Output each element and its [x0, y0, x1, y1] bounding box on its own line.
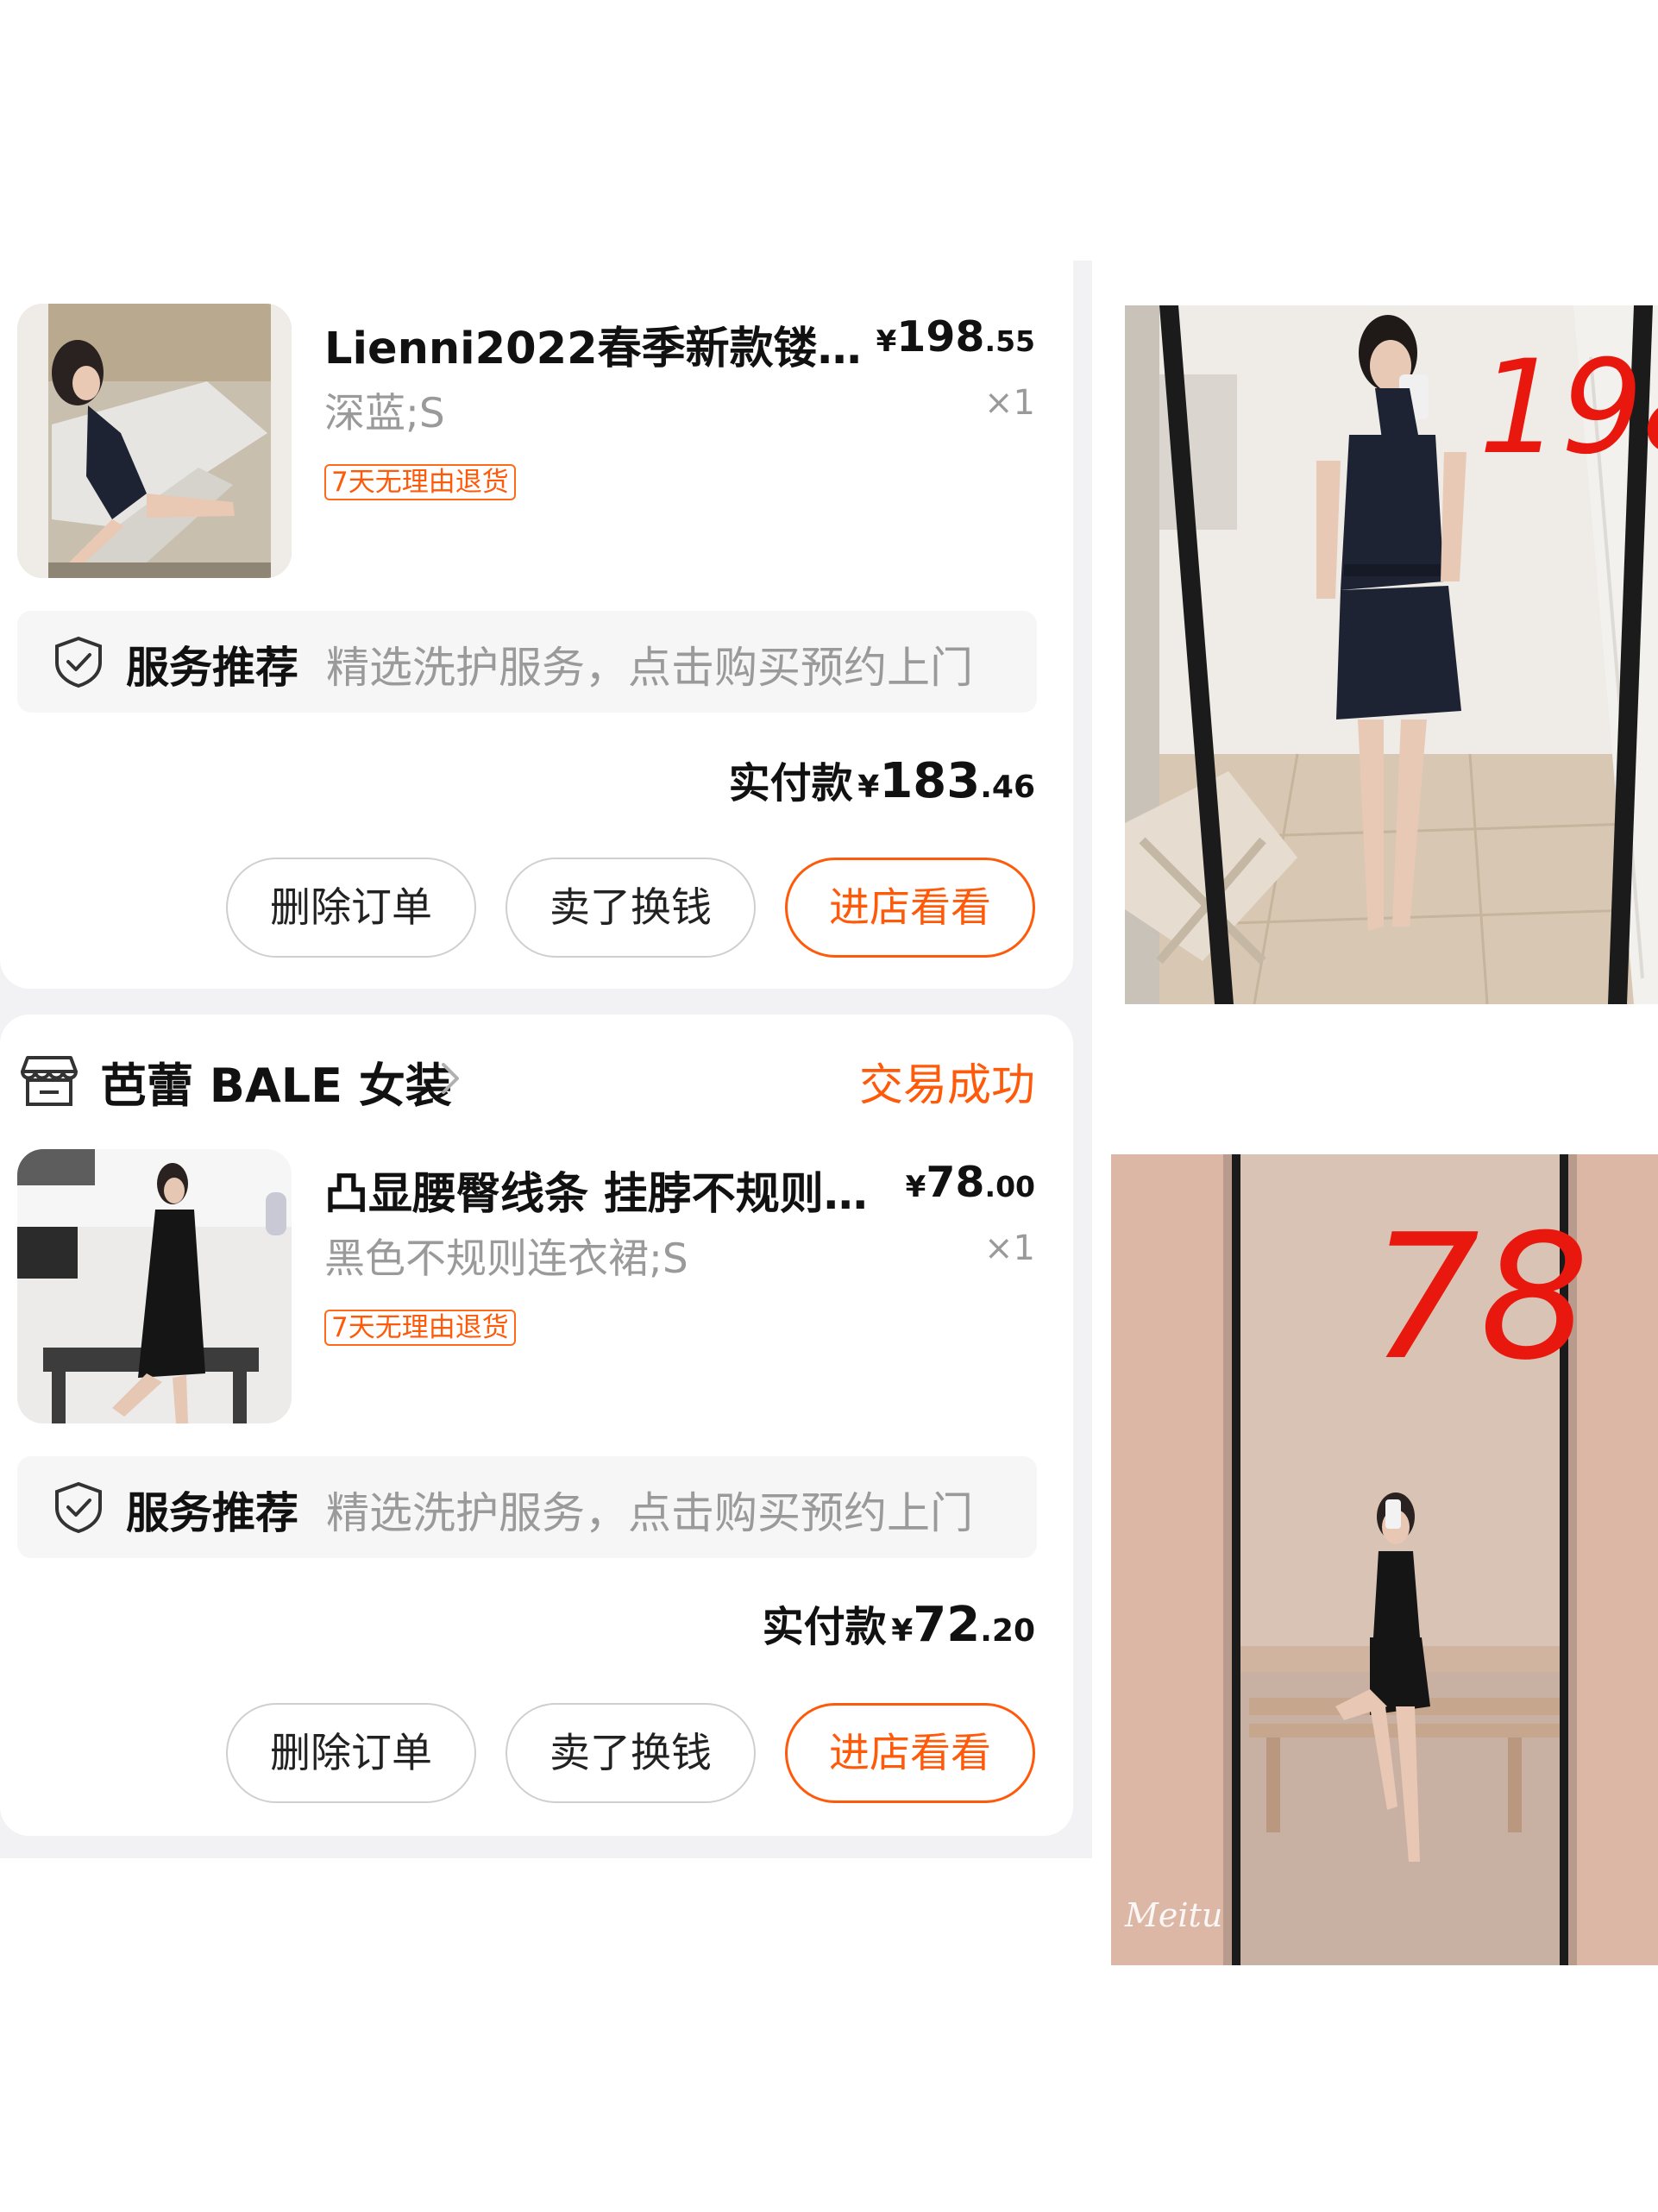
- watermark: Meitu: [1125, 1896, 1223, 1934]
- price-annotation: 198: [1479, 333, 1658, 483]
- service-title: 服务推荐: [126, 643, 298, 693]
- order-status: 交易成功: [858, 1060, 1035, 1111]
- resell-button[interactable]: 卖了换钱: [506, 858, 756, 958]
- mirror-selfie-photo-top: 198: [1125, 305, 1658, 1004]
- annotation-78: 78: [1370, 1206, 1590, 1379]
- service-recommendation[interactable]: 服务推荐 精选洗护服务，点击购买预约上门: [17, 611, 1037, 713]
- service-description: 精选洗护服务，点击购买预约上门: [326, 1488, 973, 1538]
- product-quantity: ×1: [984, 383, 1035, 423]
- shop-icon: [21, 1056, 78, 1106]
- service-title: 服务推荐: [126, 1488, 298, 1538]
- product-price: ¥78.00: [905, 1158, 1035, 1207]
- product-title[interactable]: Lienni2022春季新款镂空...: [324, 312, 885, 376]
- product-photo: [17, 304, 292, 578]
- product-spec: 黑色不规则连衣裙;S: [324, 1235, 688, 1283]
- visit-store-button[interactable]: 进店看看: [785, 1703, 1035, 1803]
- chevron-right-icon[interactable]: [438, 1059, 462, 1097]
- amount-paid: 实付款 ¥72.20: [762, 1597, 1035, 1653]
- visit-store-button[interactable]: 进店看看: [785, 858, 1035, 958]
- price-annotation: 78: [1370, 1197, 1594, 1398]
- product-photo: [17, 1149, 292, 1423]
- handwritten-number: 198: [1479, 333, 1658, 483]
- return-policy-tag: 7天无理由退货: [324, 464, 516, 500]
- shop-name[interactable]: 芭蕾 BALE 女装: [100, 1047, 452, 1115]
- service-recommendation[interactable]: 服务推荐 精选洗护服务，点击购买预约上门: [17, 1456, 1037, 1558]
- product-thumbnail[interactable]: [17, 304, 292, 578]
- product-spec: 深蓝;S: [324, 390, 445, 437]
- amount-paid: 实付款 ¥183.46: [728, 753, 1035, 809]
- annotation-198: 198: [1479, 340, 1658, 469]
- product-price: ¥198.55: [876, 312, 1035, 361]
- mirror-selfie-photo-bottom: 78 Meitu: [1111, 1154, 1658, 1965]
- shield-check-icon: [55, 636, 102, 688]
- product-title[interactable]: 凸显腰臀线条 挂脖不规则无...: [324, 1158, 885, 1222]
- product-quantity: ×1: [984, 1229, 1035, 1268]
- order-card: Lienni2022春季新款镂空... ¥198.55 深蓝;S ×1 7天无理…: [0, 261, 1073, 989]
- handwritten-number: 78: [1370, 1197, 1590, 1398]
- delete-order-button[interactable]: 删除订单: [226, 1703, 476, 1803]
- product-thumbnail[interactable]: [17, 1149, 292, 1423]
- service-description: 精选洗护服务，点击购买预约上门: [326, 643, 973, 693]
- shield-check-icon: [55, 1481, 102, 1534]
- resell-button[interactable]: 卖了换钱: [506, 1703, 756, 1803]
- order-card: 芭蕾 BALE 女装 交易成功 凸显腰臀线条 挂脖不规则无... ¥78.00 …: [0, 1015, 1073, 1836]
- delete-order-button[interactable]: 删除订单: [226, 858, 476, 958]
- return-policy-tag: 7天无理由退货: [324, 1310, 516, 1346]
